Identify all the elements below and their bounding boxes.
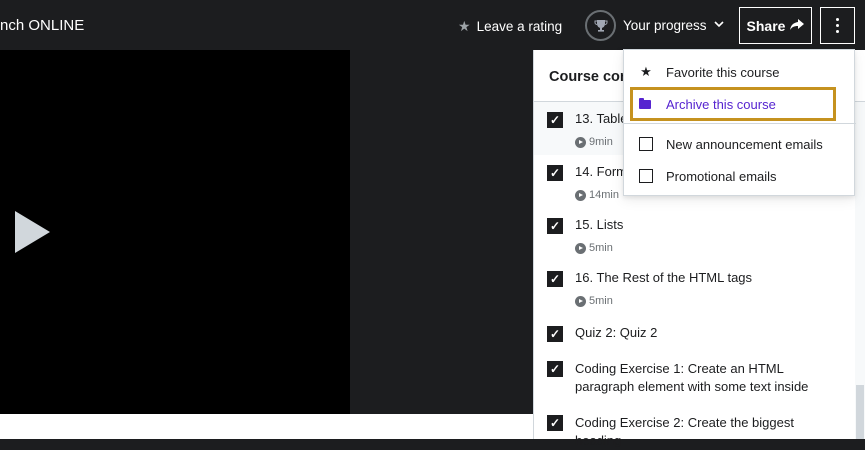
lecture-duration: 14min: [575, 189, 619, 201]
more-options-menu: ★ Favorite this course Archive this cour…: [623, 49, 856, 196]
exercise-item[interactable]: ✓ Coding Exercise 2: Create the biggest …: [534, 404, 856, 448]
course-title[interactable]: nch ONLINE: [0, 17, 84, 34]
kebab-menu-icon: [836, 18, 839, 33]
leave-rating-label: Leave a rating: [476, 19, 563, 34]
video-player[interactable]: [0, 50, 350, 414]
scrollbar-thumb[interactable]: [856, 385, 864, 439]
your-progress-button[interactable]: Your progress: [585, 10, 724, 41]
more-options-button[interactable]: [820, 7, 855, 44]
folder-icon: [639, 97, 651, 109]
lecture-title: 15. Lists: [575, 217, 624, 232]
video-icon: [575, 242, 586, 254]
your-progress-label: Your progress: [623, 18, 707, 33]
share-button[interactable]: Share: [739, 7, 812, 44]
completed-checkbox[interactable]: ✓: [547, 271, 563, 287]
archive-label: Archive this course: [666, 96, 776, 112]
lecture-duration: 9min: [575, 136, 613, 148]
completed-checkbox[interactable]: ✓: [547, 361, 563, 377]
below-video-panel: [0, 414, 533, 439]
lecture-item[interactable]: ✓ 15. Lists 5min: [534, 208, 856, 261]
video-icon: [575, 136, 586, 148]
quiz-title: Quiz 2: Quiz 2: [575, 325, 658, 340]
video-area-background: [350, 50, 533, 414]
exercise-item[interactable]: ✓ Coding Exercise 1: Create an HTML para…: [534, 350, 856, 404]
completed-checkbox[interactable]: ✓: [547, 415, 563, 431]
video-icon: [575, 189, 586, 201]
quiz-item[interactable]: ✓ Quiz 2: Quiz 2: [534, 314, 856, 350]
video-icon: [575, 295, 586, 307]
archive-course-item[interactable]: Archive this course: [624, 88, 856, 120]
promotional-emails-label: Promotional emails: [666, 168, 777, 184]
announcement-emails-label: New announcement emails: [666, 136, 823, 152]
completed-checkbox[interactable]: ✓: [547, 326, 563, 342]
completed-checkbox[interactable]: ✓: [547, 218, 563, 234]
play-icon[interactable]: [15, 211, 50, 253]
star-icon: ★: [458, 18, 471, 34]
favorite-course-item[interactable]: ★ Favorite this course: [624, 56, 856, 88]
promotional-emails-checkbox[interactable]: [639, 169, 653, 183]
trophy-icon: [585, 10, 616, 41]
exercise-title: Coding Exercise 1: Create an HTML paragr…: [575, 361, 809, 394]
menu-divider: [624, 123, 856, 124]
favorite-label: Favorite this course: [666, 64, 780, 80]
completed-checkbox[interactable]: ✓: [547, 112, 563, 128]
announcement-emails-item[interactable]: New announcement emails: [624, 128, 856, 160]
star-icon: ★: [640, 64, 652, 79]
scrollbar[interactable]: [855, 102, 865, 439]
lecture-duration: 5min: [575, 242, 613, 254]
promotional-emails-item[interactable]: Promotional emails: [624, 160, 856, 192]
share-label: Share: [746, 17, 786, 34]
share-arrow-icon: [790, 18, 805, 34]
completed-checkbox[interactable]: ✓: [547, 165, 563, 181]
lecture-duration: 5min: [575, 295, 613, 307]
leave-rating-button[interactable]: ★ Leave a rating: [458, 18, 562, 35]
lecture-title: 16. The Rest of the HTML tags: [575, 270, 753, 285]
chevron-down-icon: [713, 20, 724, 31]
lecture-item[interactable]: ✓ 16. The Rest of the HTML tags 5min: [534, 261, 856, 314]
exercise-title: Coding Exercise 2: Create the biggest he…: [575, 415, 794, 448]
announcement-emails-checkbox[interactable]: [639, 137, 653, 151]
top-navigation-bar: nch ONLINE ★ Leave a rating Your progres…: [0, 0, 865, 50]
